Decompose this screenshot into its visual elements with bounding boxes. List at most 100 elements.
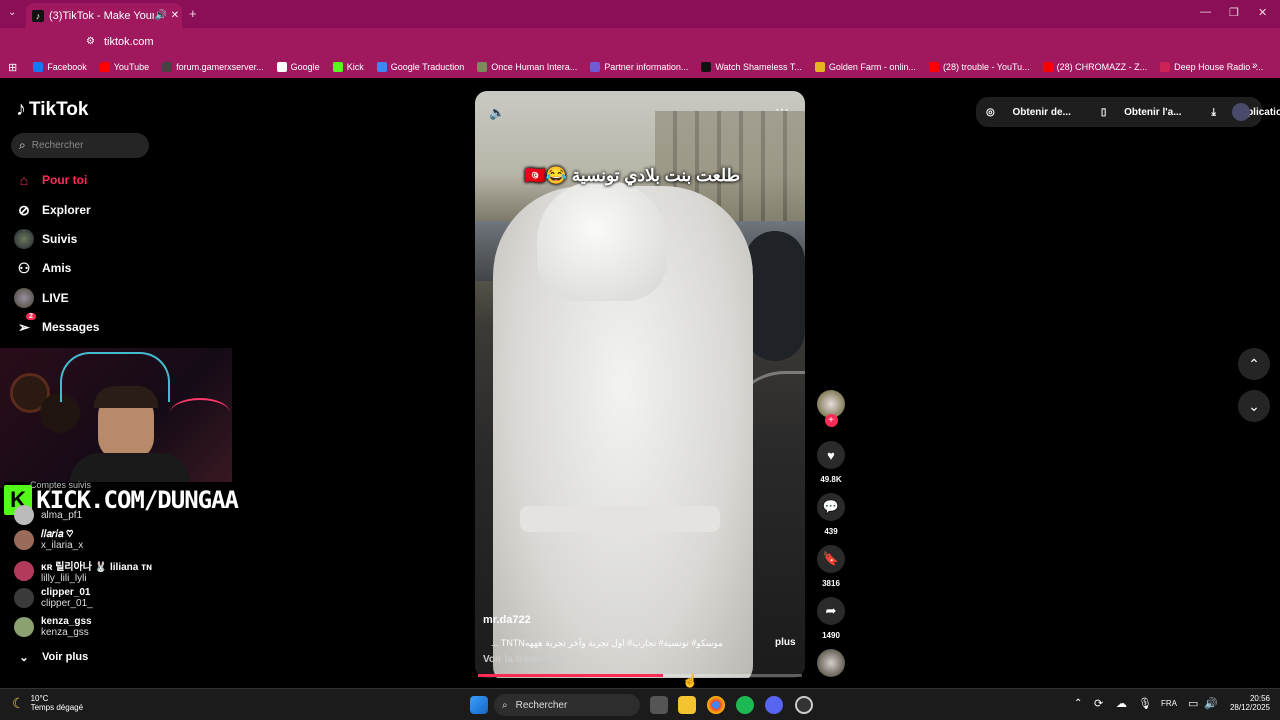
avatar (14, 617, 34, 637)
speaker-icon[interactable]: 🔊 (154, 10, 168, 21)
bookmark-item[interactable]: Google (276, 62, 320, 72)
bookmark-item[interactable]: forum.gamerxserver... (162, 62, 264, 72)
save-button[interactable]: 🔖 3816 (816, 545, 846, 588)
nav-label: Amis (42, 261, 72, 275)
progress-bar[interactable] (478, 674, 802, 677)
more-options-icon[interactable]: ⋯ (775, 101, 789, 118)
get-app-button[interactable]: ▯ Obtenir l'a... (1101, 107, 1197, 118)
tab-bar: ⌄ ♪ (3)TikTok - Make Your Day 🔊 ✕ + — ❐ … (0, 0, 1280, 28)
nav-explorer[interactable]: ⊘ Explorer (14, 200, 91, 220)
bookmark-item[interactable]: Google Traduction (376, 62, 465, 72)
comment-button[interactable]: 💬 439 (816, 493, 846, 536)
bookmark-item[interactable]: (28) trouble - YouTu... (928, 62, 1030, 72)
nav-messages[interactable]: ➢ 2 Messages (14, 313, 99, 337)
weather-widget[interactable]: ☾ 10°C Temps dégagé (12, 694, 83, 712)
see-more-label: Voir plus (42, 651, 89, 663)
progress-fill (478, 674, 663, 677)
task-view-icon[interactable] (650, 696, 668, 714)
user-avatar[interactable] (1232, 103, 1250, 121)
file-explorer-icon[interactable] (678, 696, 696, 714)
toolbar: ← → ↻ ⚙ tiktok.com ⎙ ☆ ◆ ⧉ ≡ ⋮ (0, 28, 1280, 78)
previous-video-button[interactable]: ⌃ (1238, 348, 1270, 380)
like-count: 49.8K (820, 475, 842, 484)
nav-suivis[interactable]: Suivis (14, 229, 77, 249)
discord-icon[interactable] (765, 696, 783, 714)
translate-link[interactable]: Voir la traduction (483, 654, 565, 665)
restore-icon[interactable]: ❐ (1229, 6, 1239, 19)
bookmark-label: Facebook (47, 62, 87, 72)
windows-start-icon[interactable] (470, 696, 488, 714)
address-bar[interactable]: ⚙ tiktok.com (80, 31, 1150, 53)
tab-search-icon[interactable]: ⌄ (8, 7, 16, 18)
microphone-icon[interactable]: 🎙 (1138, 697, 1152, 710)
nav-live[interactable]: LIVE (14, 288, 69, 308)
taskbar-search-label: Rechercher (515, 699, 568, 711)
followed-account[interactable]: ᴋʀ 릴리아나 🐰 liliana ᴛɴ lilly_lili_lyli (14, 558, 152, 584)
bookmark-label: forum.gamerxserver... (176, 62, 264, 72)
bookmark-item[interactable]: Kick (332, 62, 364, 72)
more-bookmarks-icon[interactable]: » (1252, 60, 1258, 71)
tab-title: (3)TikTok - Make Your Day (49, 9, 154, 22)
bookmark-label: Watch Shameless T... (715, 62, 802, 72)
window-close-icon[interactable]: ✕ (1258, 6, 1267, 19)
clock[interactable]: 20:56 28/12/2025 (1224, 694, 1270, 712)
spotify-icon[interactable] (736, 696, 754, 714)
bookmark-item[interactable]: Deep House Radio -... (1160, 62, 1263, 72)
more-link[interactable]: plus (775, 637, 796, 648)
share-button[interactable]: ➦ 1490 (816, 597, 846, 640)
video-author[interactable]: mr.da722 (483, 614, 531, 626)
tab-tiktok[interactable]: ♪ (3)TikTok - Make Your Day 🔊 ✕ (26, 3, 182, 28)
followed-account[interactable]: kenza_gss kenza_gss (14, 616, 92, 638)
get-coins-button[interactable]: ◎ Obtenir de... (986, 107, 1086, 118)
bookmark-item[interactable]: Golden Farm - onlin... (814, 62, 916, 72)
tiktok-note-icon: ♪ (16, 98, 26, 120)
close-icon[interactable]: ✕ (168, 10, 182, 21)
app-icon[interactable] (795, 696, 813, 714)
nav-amis[interactable]: ⚇ Amis (14, 258, 72, 278)
bookmark-item[interactable]: YouTube (99, 62, 149, 72)
bookmark-label: Google Traduction (390, 62, 465, 72)
followed-account[interactable]: alma_pf1 (14, 505, 82, 525)
tray-chevron-icon[interactable]: ⌃ (1074, 698, 1082, 709)
new-tab-icon[interactable]: + (189, 6, 197, 21)
coat-belt (520, 506, 720, 532)
chevron-down-icon: ⌄ (19, 651, 29, 664)
apps-icon[interactable]: ⊞ (8, 61, 17, 74)
see-more-button[interactable]: ⌄ Voir plus (14, 647, 88, 667)
avatar (14, 530, 34, 550)
music-disc[interactable] (816, 649, 846, 677)
tiktok-logo[interactable]: ♪ TikTok (16, 98, 88, 121)
followed-account[interactable]: clipper_01 clipper_01_ (14, 587, 93, 609)
comment-count: 439 (824, 527, 838, 536)
site-info-icon[interactable]: ⚙ (86, 31, 95, 53)
follow-plus-icon[interactable]: + (824, 414, 838, 427)
bookmark-label: Partner information... (604, 62, 689, 72)
cloud-icon[interactable]: ☁ (1116, 697, 1127, 710)
chrome-icon[interactable] (707, 696, 725, 714)
bookmark-label: Once Human Intera... (491, 62, 578, 72)
next-video-button[interactable]: ⌄ (1238, 390, 1270, 422)
bookmark-item[interactable]: Watch Shameless T... (701, 62, 802, 72)
minimize-icon[interactable]: — (1200, 6, 1211, 18)
bookmark-item[interactable]: Once Human Intera... (477, 62, 577, 72)
avatar (14, 588, 34, 608)
display-icon[interactable]: ▭ (1188, 697, 1198, 710)
mute-icon[interactable]: 🔈 (489, 105, 505, 121)
taskbar-search[interactable]: ⌕ Rechercher (494, 694, 640, 716)
bookmark-favicon-icon (33, 62, 44, 72)
like-button[interactable]: ♥ 49.8K (816, 441, 846, 484)
streamer-hair (94, 386, 158, 408)
bookmark-label: (28) CHROMAZZ - Z... (1056, 62, 1148, 72)
search-input[interactable]: ⌕ Rechercher (11, 133, 149, 158)
bookmark-item[interactable]: Facebook (33, 62, 87, 72)
language-indicator[interactable]: FRA (1161, 699, 1177, 708)
bookmark-item[interactable]: (28) CHROMAZZ - Z... (1042, 62, 1148, 72)
followed-account[interactable]: 𝐼𝑙𝑎𝑟𝑖𝑎 ♡ x_ilaria_x (14, 529, 83, 551)
temperature: 10°C (30, 694, 49, 703)
nav-pour-toi[interactable]: ⌂ Pour toi (14, 170, 88, 190)
bookmark-item[interactable]: Partner information... (590, 62, 688, 72)
volume-icon[interactable]: 🔊 (1204, 697, 1218, 710)
creator-avatar[interactable]: + (816, 390, 846, 427)
network-sync-icon[interactable]: ⟳ (1094, 697, 1103, 710)
bookmark-favicon-icon (1160, 62, 1171, 72)
